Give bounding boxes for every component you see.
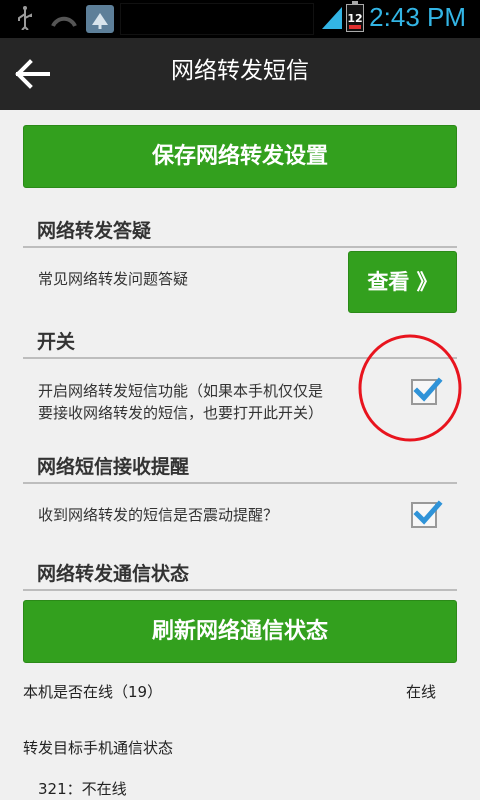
- app-notification-icon: [86, 5, 114, 33]
- online-status-label: 本机是否在线（19）: [23, 683, 163, 701]
- section-header-status: 网络转发通信状态: [23, 559, 457, 591]
- checkmark-icon: [413, 377, 443, 402]
- view-faq-button[interactable]: 查看 》: [348, 251, 457, 313]
- save-settings-button[interactable]: 保存网络转发设置: [23, 125, 457, 188]
- page-title: 网络转发短信: [171, 58, 309, 84]
- weak-signal-icon: [51, 16, 77, 27]
- enable-forwarding-checkbox[interactable]: [411, 377, 443, 405]
- settings-content: 保存网络转发设置 网络转发答疑 常见网络转发问题答疑 查看 》 开关 开启网络转…: [0, 110, 480, 800]
- checkmark-icon: [413, 500, 443, 525]
- enable-forwarding-label-line2: 要接收网络转发的短信，也要打开此开关）: [38, 404, 324, 422]
- vibrate-reminder-label: 收到网络转发的短信是否震动提醒？: [38, 506, 279, 524]
- usb-icon: [18, 6, 32, 30]
- refresh-status-button[interactable]: 刷新网络通信状态: [23, 600, 457, 663]
- redacted-notification-area: [120, 3, 314, 35]
- target-phone-status: 321：不在线: [38, 780, 127, 798]
- status-bar: 12 2:43 PM: [0, 0, 480, 38]
- vibrate-reminder-checkbox[interactable]: [411, 500, 443, 528]
- target-status-label: 转发目标手机通信状态: [23, 739, 174, 757]
- faq-description: 常见网络转发问题答疑: [38, 270, 189, 288]
- battery-icon: 12: [346, 1, 364, 32]
- section-header-faq: 网络转发答疑: [23, 216, 457, 248]
- section-header-reminder: 网络短信接收提醒: [23, 452, 457, 484]
- enable-forwarding-label-line1: 开启网络转发短信功能（如果本手机仅仅是: [38, 382, 324, 400]
- section-header-switch: 开关: [23, 327, 457, 359]
- online-status-value: 在线: [406, 683, 437, 701]
- signal-bars-icon: [322, 7, 342, 29]
- clock: 2:43 PM: [369, 2, 466, 32]
- action-bar: 网络转发短信: [0, 38, 480, 110]
